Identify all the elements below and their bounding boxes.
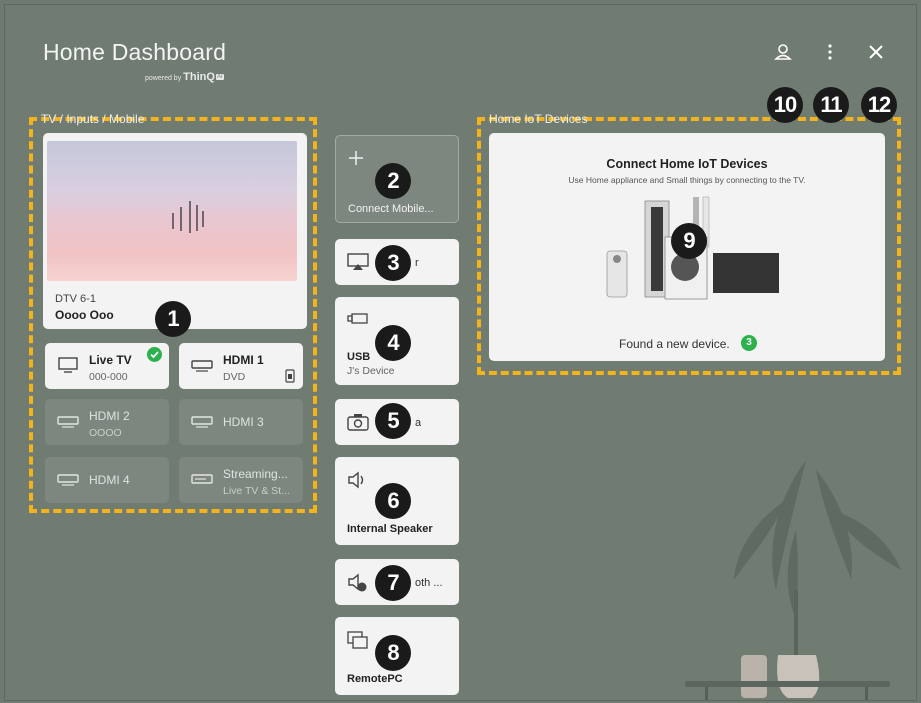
table-leg [865,687,868,700]
callout-badge-8: 8 [375,635,411,671]
card-label: USB [347,351,371,363]
airplay-icon [347,253,369,270]
input-hdmi-3[interactable]: HDMI 3 [179,399,303,445]
person-icon[interactable] [772,41,794,63]
input-hdmi-1[interactable]: HDMI 1 DVD [179,343,303,389]
input-live-tv[interactable]: Live TV 000-000 [45,343,169,389]
tv-program: Oooo Ooo [55,308,114,322]
close-icon[interactable] [865,41,887,63]
callout-badge-2: 2 [375,163,411,199]
plus-icon [349,151,363,165]
input-sub: Live TV & St... [223,485,290,497]
card-label: a [415,417,422,429]
found-device-text: Found a new device. [619,337,730,351]
callout-badge-1: 1 [155,301,191,337]
hdmi-icon [57,474,79,486]
hdmi-icon [191,416,213,428]
powered-by-brand: powered by ThinQ AI [145,71,224,83]
card-label: Internal Speaker [347,523,433,535]
iot-description: Use Home appliance and Small things by c… [568,175,806,185]
plant-decoration [734,460,901,698]
found-device-count: 3 [741,335,757,351]
table-top [685,681,890,687]
input-name: HDMI 3 [223,415,264,429]
input-name: HDMI 4 [89,473,130,487]
card-label: oth ... [415,577,443,589]
iot-heading: Connect Home IoT Devices [606,157,768,171]
tv-inputs-label: TV / Inputs / Mobile [41,112,145,126]
callout-badge-4: 4 [375,325,411,361]
hdmi-icon [57,416,79,428]
callout-badge-3: 3 [375,245,411,281]
callout-badge-6: 6 [375,483,411,519]
input-name: HDMI 1 [223,353,264,367]
more-vertical-icon[interactable] [819,41,841,63]
card-label: r [415,257,419,269]
input-hdmi-2[interactable]: HDMI 2 OOOO [45,399,169,445]
tv-channel: DTV 6-1 [55,293,96,305]
card-sub: J's Device [347,365,395,377]
input-sub: DVD [223,371,246,383]
powered-by-label: powered by [145,75,182,82]
input-sub: OOOO [89,427,122,439]
card-label: Connect Mobile... [348,203,434,215]
card-label: RemotePC [347,673,403,685]
hdmi-icon [191,360,213,372]
callout-badge-5: 5 [375,403,411,439]
usb-icon [347,313,368,324]
input-name: Streaming... [223,467,288,481]
remote-pc-icon [347,631,368,649]
tv-preview-image [47,141,297,281]
brand-ai-tag: AI [215,74,224,80]
speaker-icon [348,471,364,489]
input-sub: 000-000 [89,371,128,383]
bluetooth-speaker-icon [348,573,367,592]
brand-name: ThinQ [183,71,215,83]
callout-badge-9: 9 [671,223,707,259]
callout-badge-7: 7 [375,565,411,601]
home-iot-label: Home IoT Devices [489,112,588,126]
callout-badge-10: 10 [767,87,803,123]
input-streaming[interactable]: Streaming... Live TV & St... [179,457,303,503]
check-icon [147,347,162,362]
camera-icon [347,414,369,431]
page-title: Home Dashboard [43,39,227,65]
input-name: Live TV [89,353,132,367]
tv-icon [58,357,78,373]
dvd-device-icon [285,369,295,383]
callout-badge-12: 12 [861,87,897,123]
table-leg [705,687,708,700]
input-name: HDMI 2 [89,409,130,423]
input-hdmi-4[interactable]: HDMI 4 [45,457,169,503]
dashboard-screen: Home Dashboard powered by ThinQ AI TV / I… [4,4,917,701]
streaming-icon [191,474,213,484]
callout-badge-11: 11 [813,87,849,123]
